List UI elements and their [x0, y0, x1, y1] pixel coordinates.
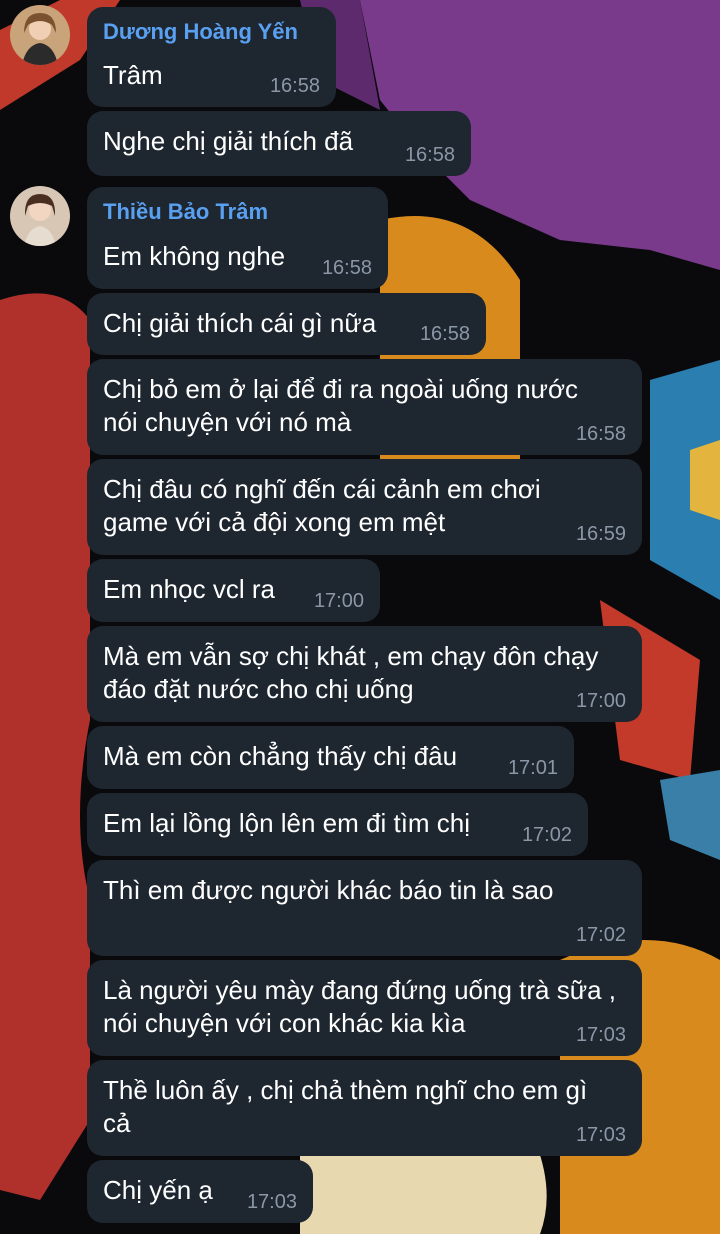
message-bubble[interactable]: Em lại lồng lộn lên em đi tìm chị 17:02: [87, 793, 588, 856]
message-time: 17:00: [313, 590, 364, 612]
message-bubble[interactable]: Chị bỏ em ở lại để đi ra ngoài uống nước…: [87, 359, 642, 455]
sender-name[interactable]: Thiều Bảo Trâm: [103, 199, 268, 225]
message-bubble[interactable]: Là người yêu mày đang đứng uống trà sữa …: [87, 960, 642, 1056]
message-bubble[interactable]: Chị yến ạ 17:03: [87, 1160, 313, 1223]
message-text: Chị yến ạ: [103, 1175, 213, 1205]
message-time: 17:01: [507, 757, 558, 779]
message-bubble[interactable]: Chị đâu có nghĩ đến cái cảnh em chơi gam…: [87, 459, 642, 555]
message-time: 16:58: [321, 257, 372, 279]
message-text: Mà em còn chẳng thấy chị đâu: [103, 741, 458, 771]
message-time: 17:03: [246, 1191, 297, 1213]
message-text: Chị bỏ em ở lại để đi ra ngoài uống nước…: [103, 374, 578, 437]
message-time: 17:00: [575, 690, 626, 712]
message-time: 16:58: [575, 423, 626, 445]
message-text: Trâm: [103, 60, 163, 90]
message-time: 17:03: [575, 1024, 626, 1046]
message-time: 16:58: [419, 323, 470, 345]
message-bubble[interactable]: Dương Hoàng Yến Trâm 16:58: [87, 7, 336, 107]
message-text: Em lại lồng lộn lên em đi tìm chị: [103, 808, 471, 838]
message-time: 16:59: [575, 523, 626, 545]
message-text: Chị giải thích cái gì nữa: [103, 308, 377, 338]
avatar-thieu-bao-tram[interactable]: [10, 186, 70, 246]
message-bubble[interactable]: Nghe chị giải thích đã 16:58: [87, 111, 471, 176]
message-bubble[interactable]: Mà em vẫn sợ chị khát , em chạy đôn chạy…: [87, 626, 642, 722]
message-text: Chị đâu có nghĩ đến cái cảnh em chơi gam…: [103, 474, 541, 537]
avatar-duong-hoang-yen[interactable]: [10, 5, 70, 65]
message-text: Em nhọc vcl ra: [103, 574, 275, 604]
message-time: 17:03: [575, 1124, 626, 1146]
message-bubble[interactable]: Thề luôn ấy , chị chả thèm nghĩ cho em g…: [87, 1060, 642, 1156]
message-time: 17:02: [575, 924, 626, 946]
message-text: Em không nghe: [103, 241, 286, 271]
message-time: 16:58: [269, 75, 320, 97]
message-text: Là người yêu mày đang đứng uống trà sữa …: [103, 975, 617, 1038]
message-bubble[interactable]: Thiều Bảo Trâm Em không nghe 16:58: [87, 187, 388, 289]
message-text: Thề luôn ấy , chị chả thèm nghĩ cho em g…: [103, 1075, 588, 1138]
avatar-image: [10, 5, 70, 65]
message-time: 17:02: [521, 824, 572, 846]
avatar-image: [10, 186, 70, 246]
message-text: Mà em vẫn sợ chị khát , em chạy đôn chạy…: [103, 641, 599, 704]
message-bubble[interactable]: Thì em được người khác báo tin là sao 17…: [87, 860, 642, 956]
message-bubble[interactable]: Mà em còn chẳng thấy chị đâu 17:01: [87, 726, 574, 789]
message-text: Thì em được người khác báo tin là sao: [103, 875, 554, 905]
message-bubble[interactable]: Em nhọc vcl ra 17:00: [87, 559, 380, 622]
message-time: 16:58: [404, 144, 455, 166]
message-bubble[interactable]: Chị giải thích cái gì nữa 16:58: [87, 293, 486, 355]
sender-name[interactable]: Dương Hoàng Yến: [103, 19, 298, 45]
message-text: Nghe chị giải thích đã: [103, 126, 354, 156]
